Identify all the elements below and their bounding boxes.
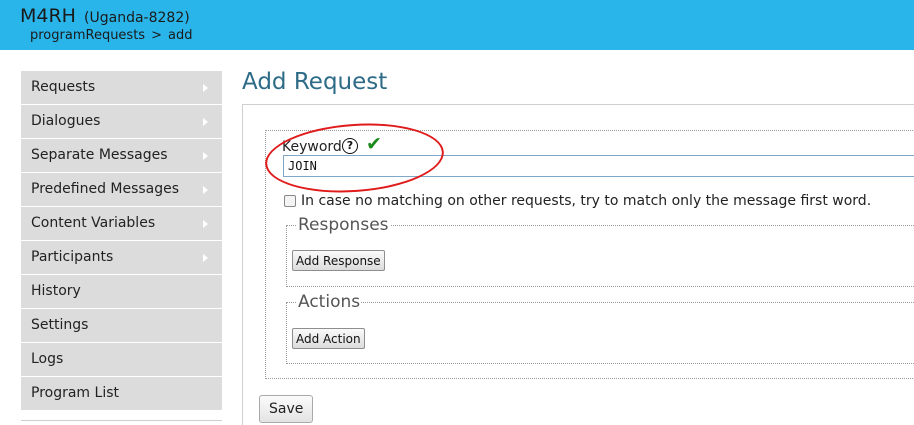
sidebar-item-label: History bbox=[31, 283, 81, 299]
chevron-right-icon bbox=[203, 118, 208, 126]
chevron-right-icon bbox=[203, 186, 208, 194]
check-icon: ✔ bbox=[366, 133, 382, 155]
sidebar-item-program-list[interactable]: Program List bbox=[21, 377, 222, 410]
sidebar-item-label: Requests bbox=[31, 79, 96, 95]
sidebar-item-participants[interactable]: Participants bbox=[21, 241, 222, 274]
responses-legend: Responses bbox=[297, 215, 390, 235]
sidebar-item-requests[interactable]: Requests bbox=[21, 71, 222, 104]
sidebar-item-label: Separate Messages bbox=[31, 147, 168, 163]
help-icon[interactable]: ? bbox=[342, 138, 358, 154]
sidebar-item-label: Program List bbox=[31, 385, 119, 401]
breadcrumb: programRequests > add bbox=[30, 28, 192, 43]
app-header: M4RH (Uganda-8282) programRequests > add bbox=[0, 0, 914, 50]
chevron-right-icon bbox=[203, 254, 208, 262]
sidebar-item-dialogues[interactable]: Dialogues bbox=[21, 105, 222, 138]
sidebar-item-label: Logs bbox=[31, 351, 64, 367]
breadcrumb-parent[interactable]: programRequests bbox=[30, 28, 145, 43]
keyword-input[interactable] bbox=[283, 155, 914, 177]
app-title: M4RH (Uganda-8282) bbox=[20, 5, 190, 27]
sidebar-item-label: Predefined Messages bbox=[31, 181, 180, 197]
sidebar-item-label: Content Variables bbox=[31, 215, 156, 231]
sidebar-item-history[interactable]: History bbox=[21, 275, 222, 308]
sidebar-item-label: Participants bbox=[31, 249, 114, 265]
breadcrumb-separator: > bbox=[151, 28, 162, 43]
keyword-label: Keyword bbox=[282, 139, 342, 155]
match-first-word-label: In case no matching on other requests, t… bbox=[301, 193, 872, 209]
sidebar-item-label: Dialogues bbox=[31, 113, 101, 129]
sidebar-item-separate-messages[interactable]: Separate Messages bbox=[21, 139, 222, 172]
sidebar-nav: Requests Dialogues Separate Messages Pre… bbox=[21, 71, 222, 411]
sidebar-item-settings[interactable]: Settings bbox=[21, 309, 222, 342]
sidebar-divider bbox=[21, 420, 222, 421]
breadcrumb-current: add bbox=[167, 28, 193, 43]
add-response-button[interactable]: Add Response bbox=[292, 250, 385, 271]
responses-fieldset: Responses Add Response bbox=[286, 215, 914, 287]
sidebar-item-predefined-messages[interactable]: Predefined Messages bbox=[21, 173, 222, 206]
actions-legend: Actions bbox=[297, 292, 362, 312]
match-first-word-checkbox[interactable] bbox=[284, 195, 296, 207]
actions-fieldset: Actions Add Action bbox=[286, 292, 914, 364]
sidebar-item-label: Settings bbox=[31, 317, 89, 333]
page-title: Add Request bbox=[242, 69, 388, 95]
chevron-right-icon bbox=[203, 220, 208, 228]
sidebar-item-content-variables[interactable]: Content Variables bbox=[21, 207, 222, 240]
chevron-right-icon bbox=[203, 152, 208, 160]
add-action-button[interactable]: Add Action bbox=[292, 328, 365, 349]
chevron-right-icon bbox=[203, 84, 208, 92]
app-name: M4RH bbox=[20, 5, 76, 27]
sidebar-item-logs[interactable]: Logs bbox=[21, 343, 222, 376]
save-button[interactable]: Save bbox=[259, 395, 314, 423]
program-name: (Uganda-8282) bbox=[84, 10, 190, 26]
